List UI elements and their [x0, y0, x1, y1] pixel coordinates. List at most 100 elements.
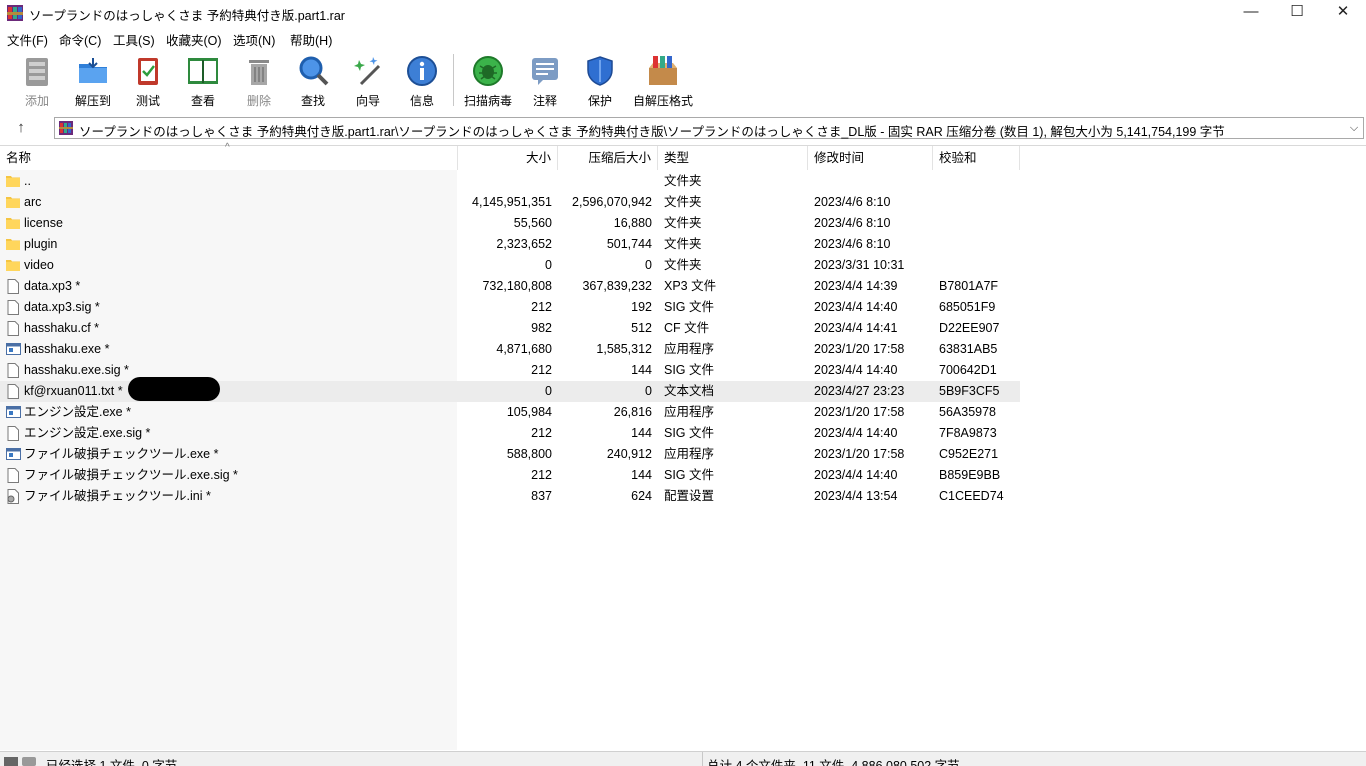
file-row[interactable]: .. 文件夹 — [0, 171, 1020, 192]
file-packed-size: 144 — [631, 363, 652, 377]
file-checksum: 7F8A9873 — [939, 426, 997, 440]
file-row[interactable]: data.xp3.sig * 212 192 SIG 文件 2023/4/4 14:40… — [0, 297, 1020, 318]
file-size: 212 — [531, 426, 552, 440]
info-button[interactable]: 信息 — [401, 52, 443, 110]
file-modified: 2023/3/31 10:31 — [814, 258, 905, 272]
file-modified: 2023/4/27 23:23 — [814, 384, 905, 398]
file-row[interactable]: ファイル破損チェックツール.exe * 588,800 240,912 应用程序 202… — [0, 444, 1020, 465]
path-text: ソープランドのはっしゃくさま 予約特典付き版.part1.rar\ソープランドの… — [79, 125, 1225, 139]
test-button[interactable]: 测试 — [128, 52, 168, 110]
file-size: 732,180,808 — [482, 279, 552, 293]
menu-commands[interactable]: 命令(C) — [59, 30, 101, 49]
menu-help[interactable]: 帮助(H) — [290, 30, 332, 49]
extract-to-button[interactable]: 解压到 — [68, 52, 118, 110]
file-row[interactable]: ファイル破損チェックツール.exe.sig * 212 144 SIG 文件 2023/… — [0, 465, 1020, 486]
file-type: 文件夹 — [664, 174, 702, 188]
file-size: 2,323,652 — [496, 237, 552, 251]
file-size: 588,800 — [506, 447, 552, 461]
file-row[interactable]: license 55,560 16,880 文件夹 2023/4/6 8:10 — [0, 213, 1020, 234]
column-packed[interactable]: 压缩后大小 — [558, 146, 658, 170]
file-size: 0 — [545, 384, 552, 398]
folder-icon — [6, 192, 22, 213]
menu-favorites[interactable]: 收藏夹(O) — [166, 30, 222, 49]
file-packed-size: 367,839,232 — [582, 279, 652, 293]
file-row[interactable]: plugin 2,323,652 501,744 文件夹 2023/4/6 8:10 — [0, 234, 1020, 255]
file-icon — [6, 381, 22, 402]
column-mtime[interactable]: 修改时间 — [808, 146, 933, 170]
file-name: hasshaku.cf * — [24, 321, 100, 335]
close-button[interactable]: ✕ — [1320, 0, 1366, 26]
file-size: 0 — [545, 258, 552, 272]
wizard-icon — [354, 57, 381, 86]
column-header: 名称 ^ 大小 压缩后大小 类型 修改时间 校验和 — [0, 142, 1366, 170]
find-button[interactable]: 查找 — [292, 52, 334, 110]
file-type: XP3 文件 — [664, 279, 717, 293]
file-type: SIG 文件 — [664, 300, 715, 314]
file-row[interactable]: ファイル破損チェックツール.ini * 837 624 配置设置 2023/4/4 13… — [0, 486, 1020, 507]
file-packed-size: 144 — [631, 426, 652, 440]
file-checksum: B859E9BB — [939, 468, 1001, 482]
file-name: ファイル破損チェックツール.ini * — [24, 489, 211, 503]
view-label: 查看 — [190, 94, 215, 108]
file-checksum: 5B9F3CF5 — [939, 384, 1000, 398]
file-name: data.xp3 * — [24, 279, 81, 293]
file-size — [458, 171, 552, 192]
address-bar: ↑ ソープランドのはっしゃくさま 予約特典付き版.part1.rar\ソープラン… — [0, 115, 1366, 141]
file-modified: 2023/1/20 17:58 — [814, 405, 905, 419]
settings-file-icon — [6, 486, 22, 507]
view-button[interactable]: 查看 — [180, 52, 226, 110]
file-modified: 2023/4/4 14:40 — [814, 363, 898, 377]
file-modified: 2023/4/4 14:41 — [814, 321, 898, 335]
menu-tools[interactable]: 工具(S) — [113, 30, 155, 49]
file-checksum: B7801A7F — [939, 279, 999, 293]
comment-button[interactable]: 注释 — [525, 52, 565, 110]
archive-icon — [59, 121, 73, 135]
file-row[interactable]: arc 4,145,951,351 2,596,070,942 文件夹 2023/4/6… — [0, 192, 1020, 213]
add-button[interactable]: 添加 — [15, 52, 59, 110]
file-modified: 2023/4/6 8:10 — [814, 216, 891, 230]
file-row[interactable]: エンジン設定.exe.sig * 212 144 SIG 文件 2023/4/4 14:… — [0, 423, 1020, 444]
menu-file[interactable]: 文件(F) — [7, 30, 48, 49]
status-bar: 已经选择 1 文件, 0 字节 总计 4 个文件夹, 11 文件, 4,886,… — [0, 751, 1366, 766]
path-field[interactable]: ソープランドのはっしゃくさま 予約特典付き版.part1.rar\ソープランドの… — [54, 117, 1364, 139]
file-type: CF 文件 — [664, 321, 710, 335]
column-type[interactable]: 类型 — [658, 146, 808, 170]
path-dropdown-icon[interactable]: ⌵ — [1347, 119, 1361, 137]
file-packed-size: 192 — [631, 300, 652, 314]
wizard-button[interactable]: 向导 — [346, 52, 390, 110]
file-type: SIG 文件 — [664, 363, 715, 377]
virus-scan-button[interactable]: 扫描病毒 — [462, 52, 514, 110]
file-packed-size: 501,744 — [606, 237, 652, 251]
file-list: 名称 ^ 大小 压缩后大小 类型 修改时间 校验和 .. 文件夹 arc 4,145,… — [0, 142, 1366, 751]
file-name: video — [24, 258, 54, 272]
file-name: .. — [24, 174, 31, 188]
column-size[interactable]: 大小 — [458, 146, 558, 170]
maximize-button[interactable]: ☐ — [1274, 0, 1320, 26]
file-packed-size: 1,585,312 — [596, 342, 652, 356]
file-checksum — [939, 213, 1019, 234]
protect-button[interactable]: 保护 — [580, 52, 620, 110]
view-icon — [188, 58, 218, 84]
file-row[interactable]: hasshaku.exe * 4,871,680 1,585,312 应用程序 2023… — [0, 339, 1020, 360]
folder-icon — [6, 234, 22, 255]
file-row[interactable]: エンジン設定.exe * 105,984 26,816 应用程序 2023/1/20 1… — [0, 402, 1020, 423]
file-size: 55,560 — [513, 216, 552, 230]
menu-options[interactable]: 选项(N) — [233, 30, 275, 49]
delete-button[interactable]: 删除 — [237, 52, 281, 110]
file-icon — [6, 465, 22, 486]
status-separator — [702, 752, 703, 766]
sfx-button[interactable]: 自解压格式 — [632, 52, 694, 110]
file-row[interactable]: video 0 0 文件夹 2023/3/31 10:31 — [0, 255, 1020, 276]
status-selection: 已经选择 1 文件, 0 字节 — [46, 759, 178, 766]
file-packed-size: 512 — [631, 321, 652, 335]
file-type: 应用程序 — [664, 405, 715, 419]
column-crc[interactable]: 校验和 — [933, 146, 1020, 170]
file-name: ファイル破損チェックツール.exe.sig * — [24, 468, 238, 482]
file-icon — [6, 318, 22, 339]
minimize-button[interactable]: — — [1228, 0, 1274, 26]
file-row[interactable]: data.xp3 * 732,180,808 367,839,232 XP3 文件 20… — [0, 276, 1020, 297]
file-checksum: 56A35978 — [939, 405, 997, 419]
up-folder-button[interactable]: ↑ — [8, 118, 34, 138]
file-row[interactable]: hasshaku.cf * 982 512 CF 文件 2023/4/4 14:41 D2… — [0, 318, 1020, 339]
file-packed-size: 624 — [631, 489, 652, 503]
